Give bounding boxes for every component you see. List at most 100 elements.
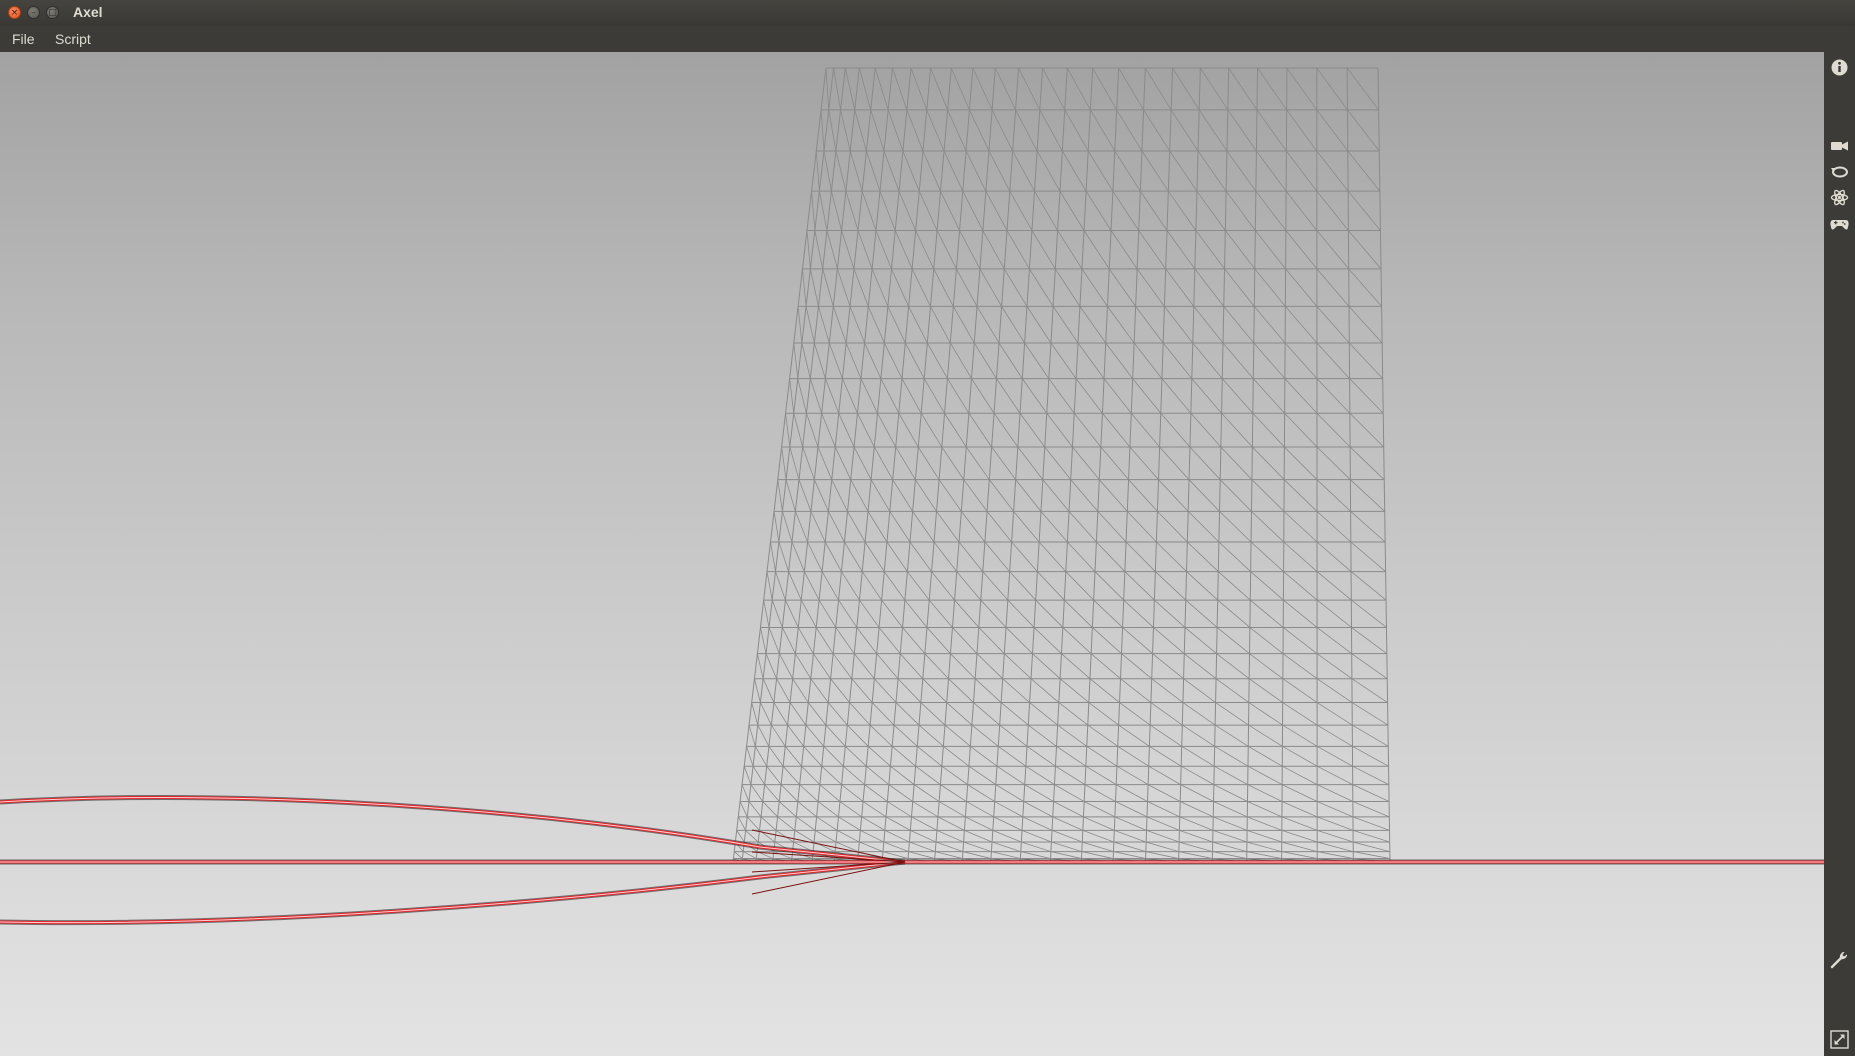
mesh-diagonal-line [1316,190,1349,231]
scene-canvas[interactable] [0,52,1824,1056]
mesh-diagonal-line [1009,190,1033,231]
mesh-column-line [961,67,1020,863]
mesh-diagonal-line [1283,479,1318,512]
mesh-diagonal-line [1351,653,1388,680]
mesh-diagonal-line [1348,306,1383,344]
mesh-diagonal-line [850,479,869,512]
mesh-diagonal-line [746,746,754,767]
mesh-diagonal-line [1139,190,1168,231]
mesh-diagonal-line [1102,413,1131,448]
mesh-diagonal-line [810,268,819,307]
mesh-diagonal-line [837,268,851,307]
mesh-diagonal-line [1221,378,1254,414]
minimize-button[interactable]: – [27,6,40,19]
mesh-diagonal-line [1026,746,1056,767]
3d-viewport[interactable] [0,52,1824,1056]
mesh-diagonal-line [788,571,802,601]
mesh-diagonal-line [1022,816,1053,831]
mesh-diagonal-line [1119,702,1151,726]
mesh-diagonal-line [1248,702,1283,726]
mesh-diagonal-line [958,541,984,572]
mesh-diagonal-line [1317,851,1354,859]
mesh-diagonal-line [1033,627,1062,654]
mesh-diagonal-line [884,830,910,843]
mesh-diagonal-line [936,230,957,270]
mesh-diagonal-line [813,653,831,679]
mesh-diagonal-line [1156,541,1187,572]
close-button[interactable]: × [8,6,21,19]
mesh-diagonal-line [1058,702,1089,726]
mesh-diagonal-line [1214,765,1248,785]
wrench-icon[interactable] [1830,950,1849,969]
mesh-diagonal-line [1110,230,1138,270]
mesh-diagonal-line [922,678,947,703]
mesh-diagonal-line [910,830,937,843]
mesh-diagonal-line [1168,190,1197,231]
mesh-diagonal-line [1182,702,1216,726]
mesh-column-line [772,67,860,863]
mesh-diagonal-line [765,653,777,679]
mesh-diagonal-line [1082,841,1114,852]
mesh-diagonal-line [1092,627,1122,654]
mesh-diagonal-line [1051,830,1083,843]
mesh-diagonal-line [1055,765,1086,785]
mesh-diagonal-line [1212,830,1248,843]
rotate-icon[interactable] [1830,162,1849,181]
mesh-diagonal-line [1023,801,1053,818]
mesh-diagonal-line [1215,678,1250,703]
mesh-diagonal-line [834,446,852,480]
mesh-diagonal-line [1179,816,1214,831]
mesh-diagonal-line [973,342,997,379]
mesh-diagonal-line [1052,306,1079,344]
mesh-diagonal-line [1164,306,1194,344]
mesh-diagonal-line [1317,816,1354,831]
mesh-diagonal-line [1159,446,1190,480]
mesh-diagonal-line [1349,342,1383,379]
mesh-diagonal-line [920,413,943,448]
mesh-diagonal-line [1065,571,1094,601]
mesh-diagonal-line [1054,784,1085,802]
mesh-diagonal-line [895,702,920,726]
maximize-button[interactable]: □ [46,6,59,19]
mesh-diagonal-line [806,413,819,448]
mesh-diagonal-line [770,541,776,572]
fullscreen-icon[interactable] [1830,1030,1849,1049]
mesh-diagonal-line [832,653,853,679]
mesh-diagonal-line [849,306,865,344]
mesh-diagonal-line [1006,230,1030,270]
gamepad-icon[interactable] [1830,214,1849,233]
mesh-diagonal-line [861,816,886,831]
mesh-diagonal-line [1162,342,1193,379]
camera-icon[interactable] [1830,136,1849,155]
mesh-diagonal-line [857,413,875,448]
mesh-diagonal-line [1038,541,1067,572]
mesh-diagonal-line [861,571,882,601]
mesh-diagonal-line [890,765,915,785]
mesh-diagonal-line [938,801,966,818]
mesh-diagonal-line [1056,746,1087,767]
mesh-diagonal-line [825,378,840,414]
mesh-diagonal-line [821,765,842,785]
mesh-diagonal-line [1125,541,1156,572]
atom-icon[interactable] [1830,188,1849,207]
mesh-diagonal-line [771,599,783,628]
mesh-diagonal-line [940,784,967,802]
mesh-diagonal-line [902,627,926,654]
mesh-diagonal-line [1347,109,1380,152]
mesh-diagonal-line [831,191,842,231]
mesh-diagonal-line [888,784,913,802]
mesh-diagonal-line [810,678,829,703]
mesh-diagonal-line [1128,479,1158,512]
mesh-diagonal-line [935,841,964,852]
mesh-diagonal-line [1118,724,1150,747]
mesh-diagonal-line [777,816,796,831]
menu-script[interactable]: Script [55,31,91,47]
mesh-diagonal-line [752,765,765,785]
info-icon[interactable] [1830,58,1849,77]
mesh-diagonal-line [907,571,930,601]
mesh-diagonal-line [815,830,837,843]
mesh-diagonal-line [1316,765,1353,785]
mesh-diagonal-line [1281,816,1318,831]
mesh-diagonal-line [1285,268,1318,307]
menu-file[interactable]: File [12,31,35,47]
